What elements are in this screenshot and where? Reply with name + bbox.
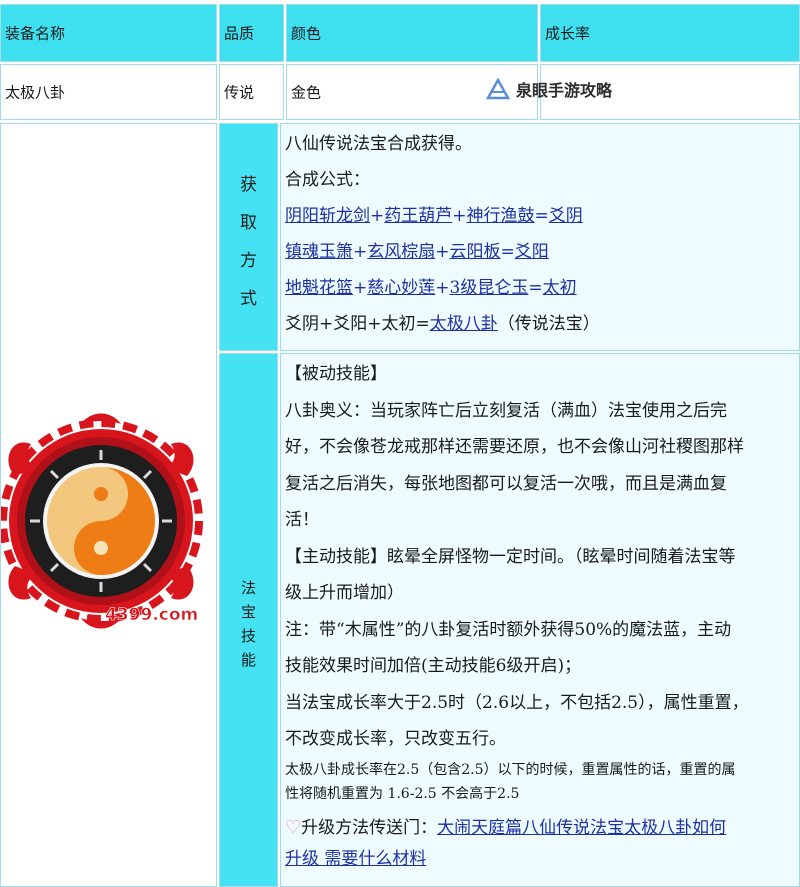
upgrade-line: ♡升级方法传送门：大闹天庭篇八仙传说法宝太极八卦如何 — [285, 810, 797, 847]
link-yinyang-sword[interactable]: 阴阳斩龙剑 — [285, 206, 370, 226]
recipe-3: 地魁花篮+慈心妙莲+3级昆仑玉=太初 — [285, 278, 577, 298]
header-color-cell: 颜色 — [286, 4, 538, 62]
item-quality-cell: 传说 — [219, 64, 284, 120]
header-name: 装备名称 — [5, 24, 66, 43]
item-quality: 传说 — [224, 83, 255, 102]
link-jade-flute[interactable]: 镇魂玉箫 — [285, 242, 353, 262]
note-line-1: 注：带“木属性”的八卦复活时额外获得50%的魔法蓝，主动 — [285, 619, 732, 640]
item-name: 太极八卦 — [5, 83, 66, 102]
recipe-1: 阴阳斩龙剑+药王葫芦+神行渔鼓=爻阴 — [285, 206, 583, 226]
growth-line-1: 当法宝成长率大于2.5时（2.6以上，不包括2.5），属性重置， — [285, 692, 749, 713]
header-quality-cell: 品质 — [219, 4, 284, 62]
small-line-1: 太极八卦成长率在2.5（包含2.5）以下的时候，重置属性的话，重置的属 — [285, 761, 736, 778]
upgrade-label: 升级方法传送门： — [301, 817, 438, 838]
acquire-content-cell: 八仙传说法宝合成获得。 合成公式： 阴阳斩龙剑+药王葫芦+神行渔鼓=爻阴 镇魂玉… — [280, 123, 800, 351]
recipe-4: 爻阴+爻阳+太初=太极八卦（传说法宝） — [285, 314, 600, 334]
triangle-logo-icon — [486, 78, 510, 100]
header-growth: 成长率 — [545, 24, 591, 43]
passive-title: 【被动技能】 — [285, 364, 387, 384]
header-quality: 品质 — [224, 24, 255, 43]
link-taiji-bagua[interactable]: 太极八卦 — [430, 314, 498, 334]
link-taichu[interactable]: 太初 — [543, 278, 577, 298]
item-name-cell: 太极八卦 — [0, 64, 217, 120]
link-kunlun-jade[interactable]: 3级昆仑玉 — [450, 278, 529, 298]
watermark-text: 泉眼手游攻略 — [516, 81, 613, 100]
logo-text: 4399.com — [105, 605, 198, 625]
header-name-cell: 装备名称 — [0, 4, 217, 62]
skill-label: 法 宝 技 能 — [240, 579, 256, 669]
link-medicine-gourd[interactable]: 药王葫芦 — [384, 206, 452, 226]
passive-line-2: 好，不会像苍龙戒那样还需要还原，也不会像山河社稷图那样 — [285, 437, 744, 457]
item-image-cell: 4399.com — [0, 123, 217, 887]
item-color: 金色 — [291, 83, 322, 102]
upgrade-link[interactable]: 大闹天庭篇八仙传说法宝太极八卦如何 — [437, 818, 726, 838]
link-flower-basket[interactable]: 地魁花篮 — [285, 278, 353, 298]
link-palm-fan[interactable]: 玄风棕扇 — [367, 242, 435, 262]
recipe-2: 镇魂玉箫+玄风棕扇+云阳板=爻阳 — [285, 242, 549, 262]
heart-icon: ♡ — [285, 816, 302, 838]
watermark: 泉眼手游攻略 — [486, 77, 612, 101]
equipment-table: 装备名称 品质 颜色 成长率 太极八卦 传说 金色 4399.com 获 取 方… — [0, 0, 800, 887]
skill-label-cell: 法 宝 技 能 — [219, 353, 278, 887]
link-cloud-board[interactable]: 云阳板 — [450, 242, 501, 262]
passive-line-4: 活！ — [285, 510, 319, 530]
skill-content-cell: 【被动技能】 八卦奥义：当玩家阵亡后立刻复活（满血）法宝使用之后完 好，不会像苍… — [280, 353, 800, 887]
passive-line-1: 八卦奥义：当玩家阵亡后立刻复活（满血）法宝使用之后完 — [285, 400, 727, 421]
acquire-label-cell: 获 取 方 式 — [219, 123, 278, 351]
upgrade-line-2: 升级 需要什么材料 — [285, 846, 797, 872]
small-line-2: 性将随机重置为 1.6-2.5 不会高于2.5 — [285, 785, 520, 802]
acquire-label: 获 取 方 式 — [240, 175, 257, 309]
growth-line-2: 不改变成长率，只改变五行。 — [285, 729, 506, 749]
link-fisher-drum[interactable]: 神行渔鼓 — [467, 206, 535, 226]
header-growth-cell: 成长率 — [540, 4, 800, 62]
header-color: 颜色 — [291, 24, 322, 43]
link-lotus[interactable]: 慈心妙莲 — [367, 278, 435, 298]
acquire-line-1: 八仙传说法宝合成获得。 — [285, 134, 472, 154]
acquire-line-2: 合成公式： — [285, 170, 370, 190]
taiji-bagua-image: 4399.com — [1, 413, 203, 629]
active-line-1: 【主动技能】眩晕全屏怪物一定时间。（眩晕时间随着法宝等 — [285, 546, 736, 567]
passive-line-3: 复活之后消失，每张地图都可以复活一次哦，而且是满血复 — [285, 473, 727, 494]
note-line-2: 技能效果时间加倍(主动技能6级开启)； — [285, 656, 582, 676]
page: 装备名称 品质 颜色 成长率 太极八卦 传说 金色 4399.com 获 取 方… — [0, 0, 800, 887]
link-yao-yin[interactable]: 爻阴 — [549, 206, 583, 226]
active-line-2: 级上升而增加） — [285, 583, 404, 603]
link-yao-yang[interactable]: 爻阳 — [515, 242, 549, 262]
upgrade-link-continued[interactable]: 升级 需要什么材料 — [285, 849, 426, 869]
